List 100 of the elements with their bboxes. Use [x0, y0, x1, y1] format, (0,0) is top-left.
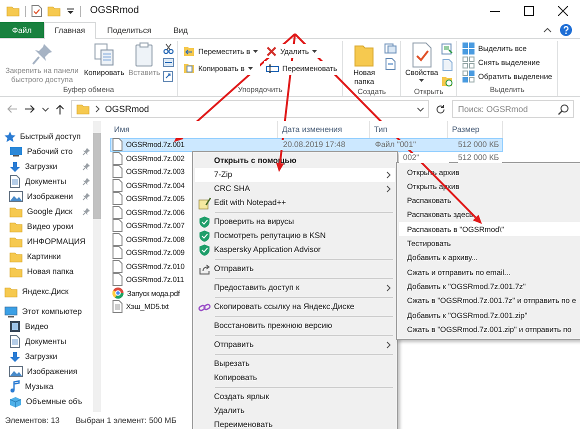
nav-item[interactable]: Изображения: [0, 364, 93, 379]
star-icon: [4, 130, 16, 142]
nav-item[interactable]: Загрузки: [0, 159, 93, 174]
menu-item[interactable]: Удалить: [195, 404, 395, 418]
nav-item[interactable]: Документы: [0, 174, 93, 189]
ribbon-tab[interactable]: Вид: [162, 22, 199, 38]
folder-icon: [9, 236, 23, 248]
cube-icon: [9, 396, 22, 408]
nav-item[interactable]: Видео уроки: [0, 219, 93, 234]
menu-item[interactable]: Посмотреть репутацию в KSN: [195, 229, 395, 243]
menu-item[interactable]: Скопировать ссылку на Яндекс.Диске: [195, 300, 395, 314]
nav-item[interactable]: Рабочий сто: [0, 144, 93, 159]
folder-icon: [9, 266, 23, 278]
scissors-icon[interactable]: [163, 43, 174, 54]
nav-item[interactable]: Музыка: [0, 379, 93, 394]
nav-item[interactable]: Быстрый доступ: [0, 129, 93, 144]
nav-item[interactable]: ИНФОРМАЦИЯ: [0, 234, 93, 249]
shield-icon: [199, 244, 210, 256]
file-icon: [112, 192, 123, 206]
menu-item[interactable]: Копировать: [195, 371, 395, 385]
pin-icon: [82, 207, 91, 216]
recent-caret-icon[interactable]: [42, 106, 49, 112]
ribbon-tab[interactable]: Поделиться: [96, 22, 162, 38]
nav-item[interactable]: Загрузки: [0, 349, 93, 364]
nav-item[interactable]: Картинки: [0, 249, 93, 264]
shield-icon: [199, 230, 210, 242]
share-icon: [198, 264, 210, 274]
folder-icon: [9, 206, 23, 218]
nav-item[interactable]: Этот компьютер: [0, 304, 93, 319]
grid-icon: [462, 42, 476, 54]
document-icon: [9, 335, 21, 348]
forward-arrow-icon[interactable]: [24, 104, 36, 114]
maximize-icon[interactable]: [524, 6, 534, 16]
file-icon: [112, 138, 123, 152]
selection-info-text: Выбран 1 элемент: 500 МБ: [76, 416, 176, 426]
file-icon: [112, 206, 123, 219]
menu-item[interactable]: Вырезать: [195, 357, 395, 371]
notepad-icon: [198, 196, 211, 210]
customize-caret-icon[interactable]: [66, 6, 75, 16]
file-icon: [112, 178, 123, 192]
nav-item[interactable]: Видео: [0, 319, 93, 334]
caret-icon: [248, 66, 253, 70]
file-icon: [112, 219, 123, 232]
grid-outline-icon: [462, 56, 476, 68]
properties-icon[interactable]: [31, 5, 42, 17]
properties-icon: [410, 42, 433, 68]
dropdown-caret-icon[interactable]: [417, 106, 424, 112]
rename-icon: [266, 64, 280, 72]
picture-icon: [9, 366, 23, 377]
round-logo-icon: [112, 287, 124, 300]
nav-item[interactable]: Google Диск: [0, 204, 93, 219]
nav-item[interactable]: Объемные объ: [0, 394, 93, 409]
menu-item[interactable]: Переименовать: [195, 418, 395, 429]
menu-item[interactable]: Kaspersky Application Advisor: [195, 243, 395, 257]
menu-item[interactable]: Edit with Notepad++: [195, 196, 395, 210]
folder-icon: [76, 103, 90, 115]
menu-item[interactable]: Отправить: [195, 262, 395, 276]
folder-icon: [9, 250, 23, 262]
search-field[interactable]: Поиск: OGSRmod: [452, 100, 574, 118]
refresh-icon[interactable]: [435, 104, 446, 114]
pin-icon: [82, 192, 91, 201]
caret-icon: [419, 78, 424, 82]
menu-item[interactable]: CRC SHA: [195, 182, 395, 196]
grid-half-icon: [462, 70, 476, 82]
file-icon: [112, 165, 123, 178]
pin-icon: [82, 162, 91, 171]
help-icon[interactable]: [560, 24, 572, 36]
folder-arrow-icon: [183, 45, 196, 57]
menu-item[interactable]: Создать ярлык: [195, 390, 395, 404]
clipboard-icon: [134, 42, 154, 68]
address-field[interactable]: OGSRmod: [71, 100, 429, 118]
folder-icon: [6, 5, 20, 17]
menu-item[interactable]: Восстановить прежнюю версию: [195, 319, 395, 333]
scrollbar[interactable]: [93, 121, 101, 412]
nav-item[interactable]: Документы: [0, 334, 93, 349]
ribbon-tab[interactable]: Главная: [44, 22, 96, 39]
nav-item[interactable]: Яндекс.Диск: [0, 284, 93, 299]
film-icon: [9, 320, 21, 333]
menu-item[interactable]: Предоставить доступ к: [195, 281, 395, 295]
monitor-icon: [4, 306, 18, 318]
copy-icon: [93, 42, 116, 68]
file-icon: [112, 152, 123, 165]
size-text: 512 000 КБ: [458, 153, 502, 164]
up-arrow-icon[interactable]: [55, 104, 65, 114]
desktop-icon: [9, 146, 23, 157]
search-icon[interactable]: [558, 104, 569, 115]
menu-item[interactable]: 7-Zip: [195, 168, 395, 182]
breadcrumb-item[interactable]: OGSRmod: [105, 104, 150, 114]
menu-item[interactable]: Отправить: [195, 338, 395, 352]
pin-icon: [82, 177, 91, 186]
caret-icon: [253, 50, 258, 52]
folder-icon: [9, 220, 23, 232]
nav-item[interactable]: Новая папка: [0, 264, 93, 279]
shield-icon: [199, 216, 210, 228]
type-text: 002": [399, 153, 449, 164]
menu-item[interactable]: Проверить на вирусы: [195, 215, 395, 229]
nav-item[interactable]: Изображени: [0, 189, 93, 204]
close-icon[interactable]: [558, 6, 568, 16]
file-menu-tab[interactable]: Файл: [0, 22, 44, 38]
link-icon: [198, 302, 211, 312]
